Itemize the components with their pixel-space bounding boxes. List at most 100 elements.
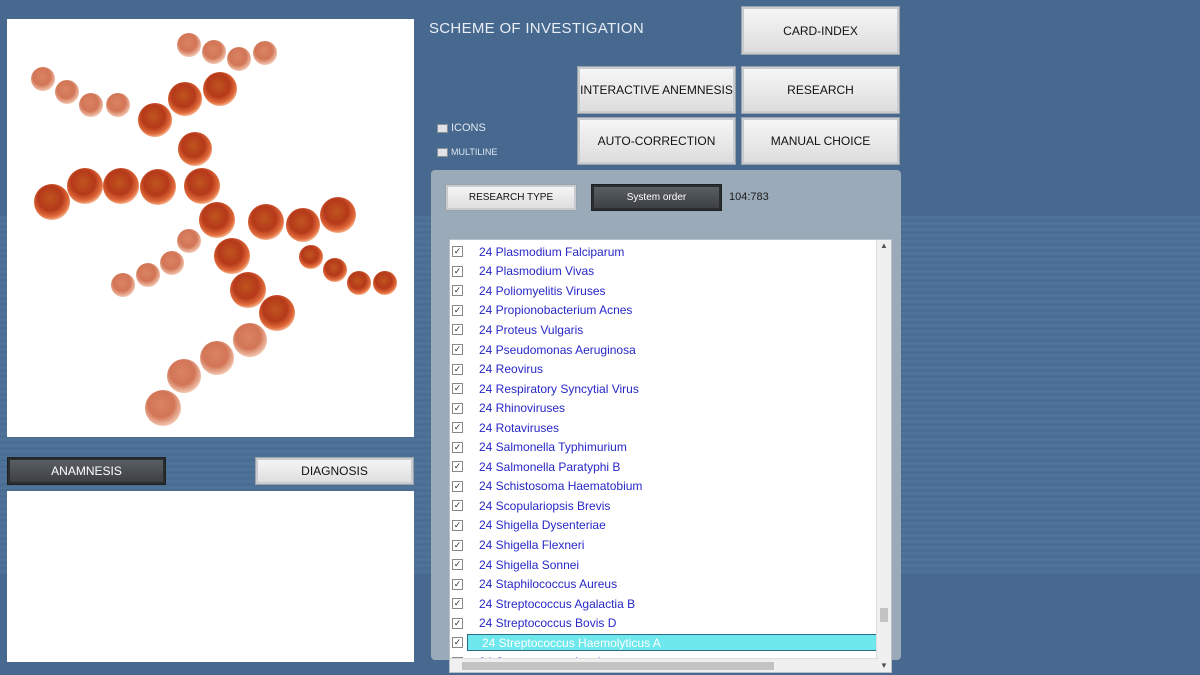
list-item-checkbox[interactable]: ✓	[452, 285, 463, 297]
list-item-label: 24 Respiratory Syncytial Virus	[479, 381, 639, 396]
bacterium-cell	[323, 258, 347, 282]
bacterium-cell	[177, 229, 201, 253]
diagnosis-tab[interactable]: DIAGNOSIS	[255, 457, 414, 485]
list-item-checkbox[interactable]: ✓	[452, 519, 463, 531]
multiline-checkbox[interactable]	[437, 147, 448, 157]
bacterium-cell	[253, 41, 277, 65]
list-item-checkbox[interactable]: ✓	[452, 461, 463, 473]
research-button[interactable]: RESEARCH	[741, 66, 900, 114]
list-item-checkbox[interactable]: ✓	[452, 480, 463, 492]
list-item-checkbox[interactable]: ✓	[452, 246, 463, 258]
list-item-checkbox[interactable]: ✓	[452, 304, 463, 316]
list-item[interactable]: ✓ 24 Propionobacterium Acnes	[450, 301, 880, 321]
list-item-checkbox[interactable]: ✓	[452, 598, 463, 610]
list-item-checkbox[interactable]: ✓	[452, 441, 463, 453]
list-item-checkbox[interactable]: ✓	[452, 500, 463, 512]
bacterium-cell	[55, 80, 79, 104]
bacterium-cell	[79, 93, 103, 117]
bacterium-cell	[184, 168, 220, 204]
system-order-button[interactable]: System order	[591, 184, 722, 211]
bacterium-cell	[299, 245, 323, 269]
card-index-button[interactable]: CARD-INDEX	[741, 6, 900, 55]
bacterium-cell	[347, 271, 371, 295]
list-item-checkbox[interactable]: ✓	[452, 578, 463, 590]
list-item-checkbox[interactable]: ✓	[452, 324, 463, 336]
icons-option[interactable]: ICONS	[437, 122, 486, 134]
list-item-checkbox[interactable]: ✓	[452, 422, 463, 434]
list-item-label: 24 Plasmodium Vivas	[479, 264, 595, 279]
list-item[interactable]: ✓ 24 Streptococcus Bovis D	[450, 613, 880, 633]
list-item[interactable]: ✓ 24 Salmonella Typhimurium	[450, 438, 880, 458]
horizontal-scrollbar[interactable]	[450, 658, 878, 672]
bacterium-cell	[199, 202, 235, 238]
icons-checkbox[interactable]	[437, 123, 448, 133]
list-item-checkbox[interactable]: ✓	[452, 637, 463, 649]
bacterium-cell	[227, 47, 251, 71]
list-item[interactable]: ✓ 24 Rotaviruses	[450, 418, 880, 438]
list-item-label: 24 Rhinoviruses	[479, 401, 566, 416]
list-item-label: 24 Shigella Sonnei	[479, 557, 580, 572]
scroll-up-icon[interactable]: ▲	[877, 240, 891, 252]
horizontal-scroll-thumb[interactable]	[462, 662, 774, 670]
list-item-label: 24 Salmonella Paratyphi B	[479, 459, 621, 474]
research-count: 104:783	[729, 191, 769, 203]
list-item[interactable]: ✓ 24 Respiratory Syncytial Virus	[450, 379, 880, 399]
bacterium-cell	[145, 390, 181, 426]
research-list[interactable]: ✓ 24 Plasmodium Falciparum ✓ 24 Plasmodium …	[449, 239, 892, 673]
list-item-checkbox[interactable]: ✓	[452, 402, 463, 414]
list-item[interactable]: ✓ 24 Staphilococcus Aureus	[450, 574, 880, 594]
bacterium-cell	[103, 168, 139, 204]
list-item-label: 24 Salmonella Typhimurium	[479, 440, 627, 455]
anamnesis-text-area[interactable]	[7, 491, 414, 662]
bacterium-cell	[320, 197, 356, 233]
list-item-label: 24 Streptococcus Haemolyticus A	[467, 634, 880, 652]
bacterium-cell	[248, 204, 284, 240]
list-item-checkbox[interactable]: ✓	[452, 383, 463, 395]
list-item[interactable]: ✓ 24 Plasmodium Falciparum	[450, 242, 880, 262]
list-item-checkbox[interactable]: ✓	[452, 559, 463, 571]
list-item[interactable]: ✓ 24 Rhinoviruses	[450, 398, 880, 418]
list-item-label: 24 Pseudomonas Aeruginosa	[479, 342, 636, 357]
list-item[interactable]: ✓ 24 Proteus Vulgaris	[450, 320, 880, 340]
list-item-label: 24 Streptococcus Bovis D	[479, 616, 617, 631]
list-item[interactable]: ✓ 24 Schistosoma Haematobium	[450, 477, 880, 497]
list-item[interactable]: ✓ 24 Shigella Dysenteriae	[450, 516, 880, 536]
list-item[interactable]: ✓ 24 Plasmodium Vivas	[450, 262, 880, 282]
manual-choice-button[interactable]: MANUAL CHOICE	[741, 117, 900, 165]
bacterium-cell	[67, 168, 103, 204]
bacterium-cell	[31, 67, 55, 91]
list-item[interactable]: ✓ 24 Poliomyelitis Viruses	[450, 281, 880, 301]
bacterium-cell	[286, 208, 320, 242]
multiline-option-label: MULTILINE	[451, 147, 498, 157]
list-item[interactable]: ✓ 24 Salmonella Paratyphi B	[450, 457, 880, 477]
list-item-checkbox[interactable]: ✓	[452, 265, 463, 277]
list-item[interactable]: ✓ 24 Streptococcus Haemolyticus A	[450, 633, 880, 653]
multiline-option[interactable]: MULTILINE	[437, 147, 497, 157]
list-item[interactable]: ✓ 24 Shigella Flexneri	[450, 535, 880, 555]
list-item[interactable]: ✓ 24 Shigella Sonnei	[450, 555, 880, 575]
interactive-anemnesis-button[interactable]: INTERACTIVE ANEMNESIS	[577, 66, 736, 114]
page-title: SCHEME OF INVESTIGATION	[429, 20, 644, 37]
list-item[interactable]: ✓ 24 Streptococcus Agalactia B	[450, 594, 880, 614]
list-item-label: 24 Proteus Vulgaris	[479, 322, 584, 337]
list-item-label: 24 Shigella Dysenteriae	[479, 518, 606, 533]
list-item[interactable]: ✓ 24 Scopulariopsis Brevis	[450, 496, 880, 516]
list-item-checkbox[interactable]: ✓	[452, 539, 463, 551]
bacterium-cell	[177, 33, 201, 57]
list-item-checkbox[interactable]: ✓	[452, 617, 463, 629]
list-item-checkbox[interactable]: ✓	[452, 363, 463, 375]
research-type-button[interactable]: RESEARCH TYPE	[445, 184, 577, 211]
list-item[interactable]: ✓ 24 Reovirus	[450, 359, 880, 379]
scroll-down-icon[interactable]: ▼	[877, 660, 891, 672]
vertical-scrollbar[interactable]: ▲ ▼	[876, 240, 891, 672]
list-item-label: 24 Poliomyelitis Viruses	[479, 283, 606, 298]
specimen-image	[7, 19, 414, 437]
icons-option-label: ICONS	[451, 122, 486, 134]
auto-correction-button[interactable]: AUTO-CORRECTION	[577, 117, 736, 165]
vertical-scroll-thumb[interactable]	[880, 608, 888, 622]
anamnesis-tab[interactable]: ANAMNESIS	[7, 457, 166, 485]
list-item-checkbox[interactable]: ✓	[452, 344, 463, 355]
list-item-label: 24 Reovirus	[479, 362, 544, 377]
list-item-label: 24 Schistosoma Haematobium	[479, 479, 643, 494]
list-item[interactable]: ✓ 24 Pseudomonas Aeruginosa	[450, 340, 880, 360]
